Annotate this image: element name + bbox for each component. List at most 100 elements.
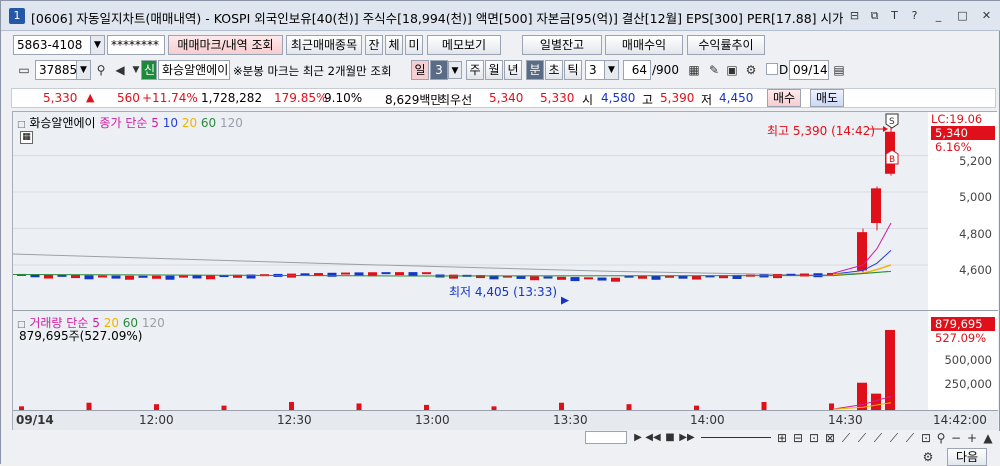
candle — [395, 272, 404, 276]
screen-number-icon[interactable]: 1 — [9, 8, 25, 24]
trade-amount: 8,629백만 — [385, 93, 442, 107]
password-field[interactable]: ******** — [107, 35, 165, 55]
time-label: 13:30 — [553, 413, 588, 427]
chart-area[interactable]: SB □ 화승알앤에이 종가 단순 5 10 20 60 120 ▦ 최고 5,… — [12, 111, 998, 430]
candle — [300, 273, 310, 276]
period-year-button[interactable]: 년 — [504, 60, 522, 80]
lc-label: LC:19.06 — [931, 112, 983, 126]
chart-layout-icon[interactable]: ▭ — [15, 61, 33, 79]
time-label: 12:00 — [139, 413, 174, 427]
price-axis[interactable]: LC:19.06 5,340 6.16% 5,200 5,000 4,800 4… — [929, 112, 998, 310]
balance-button[interactable]: 잔 — [365, 35, 383, 55]
price-legend-name: 화승알앤에이 — [29, 116, 96, 130]
tools-icon[interactable]: ✎ — [705, 61, 723, 79]
date-field[interactable]: 09/14 — [789, 60, 829, 80]
volume-bar — [857, 382, 867, 410]
new-listing-badge: 신 — [141, 60, 157, 80]
current-price-pct: 6.16% — [935, 140, 972, 154]
high-arrow-head — [883, 126, 888, 132]
fast-forward-icon[interactable]: ▶▶ — [678, 429, 696, 447]
candle — [98, 275, 107, 278]
current-time: 14:42:00 — [933, 413, 987, 427]
ma-5-label: 5 — [151, 116, 159, 130]
minimize-icon[interactable]: _ — [931, 9, 946, 23]
period-second-button[interactable]: 초 — [545, 60, 563, 80]
title-bar: 1 [0606] 자동일지차트(매매내역) - KOSPI 외국인보유[40(천… — [1, 1, 1000, 31]
volume-bar — [761, 401, 767, 410]
high-label: 고 — [642, 93, 654, 107]
profit-trend-button[interactable]: 수익률추이 — [687, 35, 765, 55]
volume-axis[interactable]: 879,695 527.09% 500,000 250,000 — [929, 311, 998, 410]
chevron-down-icon[interactable]: ▼ — [76, 61, 90, 79]
grid-toggle-icon[interactable]: ▦ — [20, 131, 33, 144]
zoom-slider[interactable] — [701, 437, 771, 438]
calendar-icon[interactable]: ▤ — [830, 61, 848, 79]
period-minute-button[interactable]: 분 — [526, 60, 544, 80]
chart-svg: SB — [13, 113, 928, 410]
period-week-button[interactable]: 주 — [466, 60, 484, 80]
count-field[interactable]: 64 — [623, 60, 651, 80]
volume-ratio: 179.85% — [274, 91, 328, 105]
window-copy-icon[interactable]: ⧉ — [867, 9, 882, 23]
stop-icon[interactable]: ■ — [661, 429, 679, 447]
scroll-track[interactable] — [585, 431, 627, 444]
help-icon[interactable]: ? — [907, 9, 922, 23]
chevron-down-icon[interactable]: ▼ — [448, 61, 462, 79]
save-icon[interactable]: ▣ — [723, 61, 741, 79]
candle — [71, 275, 80, 279]
settings-icon[interactable]: ⚙ — [919, 448, 937, 466]
candle — [125, 275, 134, 280]
daily-balance-button[interactable]: 일별잔고 — [522, 35, 602, 55]
period-day-button[interactable]: 일 — [411, 60, 429, 80]
settings-icon[interactable]: ⚙ — [742, 61, 760, 79]
close-icon[interactable]: ✕ — [979, 9, 994, 23]
candle — [543, 276, 553, 279]
chevron-down-icon[interactable]: ▼ — [604, 61, 618, 79]
candle — [192, 275, 202, 279]
rewind-icon[interactable]: ◀◀ — [644, 429, 662, 447]
current-volume-tag: 879,695 — [931, 317, 995, 331]
candle — [381, 272, 391, 275]
d-label: D — [779, 63, 789, 77]
period-day-count[interactable]: 3 — [430, 60, 448, 80]
account-select[interactable]: 5863-4108 ▼ — [13, 35, 105, 55]
trade-mark-query-button[interactable]: 매매마크/내역 조회 — [168, 35, 283, 55]
arrow-up-icon[interactable]: ▲ — [979, 429, 997, 447]
chevron-down-icon[interactable]: ▼ — [90, 36, 104, 54]
execution-button[interactable]: 체 — [385, 35, 403, 55]
time-axis[interactable]: 09/14 12:00 12:30 13:00 13:30 14:00 14:3… — [13, 410, 998, 430]
stock-code-field[interactable]: 378850 ▼ — [35, 60, 91, 80]
stock-name-field[interactable]: 화승알앤에이 — [158, 60, 230, 80]
count-total: /900 — [652, 63, 679, 77]
interval-select[interactable]: 3 ▼ — [585, 60, 619, 80]
period-tick-button[interactable]: 틱 — [564, 60, 582, 80]
sell-button[interactable]: 매도 — [810, 89, 844, 107]
price-legend-ma-type: 종가 단순 — [99, 116, 148, 130]
low-price: 4,450 — [719, 91, 754, 105]
recent-items-button[interactable]: 최근매매종목 — [286, 35, 362, 55]
ma-120-label: 120 — [220, 116, 243, 130]
window-layout-icon[interactable]: ⊟ — [847, 9, 862, 23]
unfilled-button[interactable]: 미 — [405, 35, 423, 55]
period-month-button[interactable]: 월 — [485, 60, 503, 80]
search-icon[interactable]: ⚲ — [92, 61, 110, 79]
candle — [857, 232, 867, 271]
price-change-pct: +11.74% — [142, 91, 198, 105]
candle — [651, 275, 661, 280]
buy-mark-label: B — [889, 155, 895, 165]
d-checkbox[interactable] — [766, 63, 778, 75]
buy-button[interactable]: 매수 — [767, 89, 801, 107]
candle — [449, 274, 458, 279]
grid-icon[interactable]: ▦ — [685, 61, 703, 79]
time-axis-date: 09/14 — [16, 413, 54, 427]
memo-button[interactable]: 메모보기 — [427, 35, 501, 55]
font-icon[interactable]: T — [887, 9, 902, 23]
volume-bar — [289, 401, 294, 410]
window-title: [0606] 자동일지차트(매매내역) - KOSPI 외국인보유[40(천)]… — [31, 11, 843, 26]
candle — [584, 277, 593, 280]
candle — [206, 275, 215, 280]
price-tick: 5,000 — [959, 190, 992, 204]
maximize-icon[interactable]: □ — [955, 9, 970, 23]
next-button[interactable]: 다음 — [947, 448, 987, 466]
trade-profit-button[interactable]: 매매수익 — [605, 35, 683, 55]
